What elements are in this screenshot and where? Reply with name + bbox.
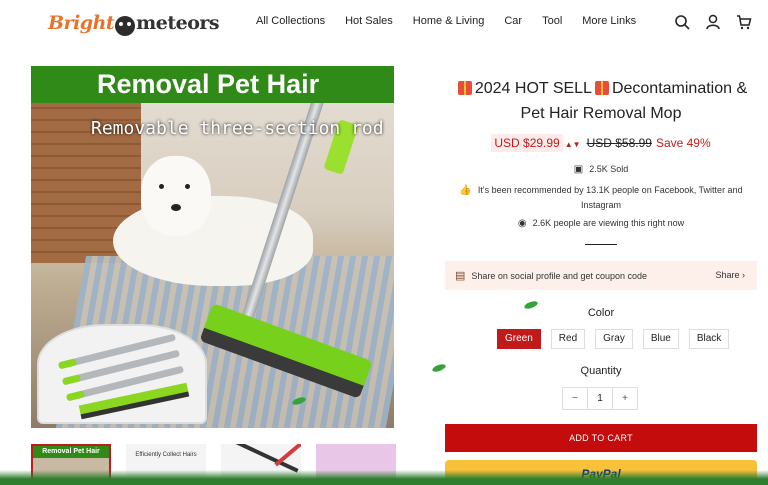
nav-item-more-links[interactable]: More Links: [582, 15, 636, 27]
share-link-label: Share: [715, 270, 740, 280]
bottom-decoration-banner: [0, 470, 768, 485]
color-option-black[interactable]: Black: [688, 329, 730, 349]
hero-banner: Removal Pet Hair: [31, 66, 394, 103]
share-text: Share on social profile and get coupon c…: [471, 270, 648, 281]
product-main-image[interactable]: Removal Pet Hair Removable three-section…: [31, 66, 394, 428]
quantity-increase-button[interactable]: +: [613, 388, 637, 409]
viewers-text: 2.6K people are viewing this right now: [532, 218, 685, 228]
account-icon[interactable]: [705, 14, 721, 30]
gift-icon: [594, 81, 609, 95]
savings-badge: Save 49%: [655, 136, 711, 150]
hero-subtitle: Removable three-section rod: [91, 118, 384, 139]
nav-item-home-living[interactable]: Home & Living: [413, 15, 485, 27]
share-link[interactable]: Share ›: [715, 270, 745, 280]
recommendation-note: 👍 It's been recommended by 13.1K people o…: [445, 183, 757, 212]
cart-icon[interactable]: [736, 14, 752, 30]
header-icons: [674, 14, 767, 30]
quantity-input[interactable]: 1: [587, 388, 613, 409]
nav-item-hot-sales[interactable]: Hot Sales: [345, 15, 393, 27]
thumbs-up-icon: 👍: [459, 185, 472, 196]
color-label: Color: [587, 307, 615, 319]
rod-sections-inset: [37, 324, 207, 424]
search-icon[interactable]: [674, 14, 690, 30]
thumbnail-photo: [233, 444, 299, 473]
title-prefix: 2024 HOT SELL: [474, 80, 592, 97]
product-title: 2024 HOT SELL Decontamination & Pet Hair …: [445, 76, 757, 126]
coupon-icon: ▤: [455, 270, 466, 282]
share-coupon-bar[interactable]: ▤ Share on social profile and get coupon…: [445, 261, 757, 290]
nav-item-tool[interactable]: Tool: [542, 15, 562, 27]
color-option-green[interactable]: Green: [497, 329, 541, 349]
add-to-cart-button[interactable]: ADD TO CART: [445, 424, 757, 452]
original-price: USD $58.99: [586, 136, 652, 150]
quantity-stepper: − 1 +: [562, 387, 638, 410]
brand-logo[interactable]: Bright meteors: [48, 8, 220, 38]
divider: [585, 244, 617, 245]
recommendation-text: It's been recommended by 13.1K people on…: [477, 185, 743, 210]
nav-item-car[interactable]: Car: [504, 15, 522, 27]
shop-bag-icon: ▣: [573, 164, 584, 175]
chevron-right-icon: ›: [742, 270, 745, 280]
current-price: USD $29.99: [491, 134, 563, 152]
skull-icon: [115, 16, 136, 36]
gift-icon: [457, 81, 472, 95]
brand-name-part2: meteors: [136, 12, 220, 34]
quantity-label: Quantity: [580, 365, 622, 377]
thumbnail-caption: Efficiently Collect Hairs: [135, 452, 197, 458]
sold-count: ▣ 2.5K Sold: [445, 162, 757, 177]
color-option-red[interactable]: Red: [550, 329, 586, 349]
site-header: Bright meteors All Collections Hot Sales…: [0, 0, 768, 46]
dog-head: [141, 156, 211, 236]
sort-arrows-icon: ▲▼: [564, 140, 581, 149]
color-option-blue[interactable]: Blue: [642, 329, 679, 349]
thumbnail-caption: Removal Pet Hair: [33, 446, 109, 458]
color-options: Green Red Gray Blue Black: [497, 329, 739, 349]
eye-icon: ◉: [517, 218, 527, 229]
nav-item-all-collections[interactable]: All Collections: [256, 15, 325, 27]
viewers-note: ◉ 2.6K people are viewing this right now: [445, 216, 757, 231]
price-row: USD $29.99 ▲▼ USD $58.99 Save 49%: [445, 134, 757, 152]
color-option-gray[interactable]: Gray: [595, 329, 633, 349]
main-nav: All Collections Hot Sales Home & Living …: [256, 15, 656, 27]
brand-name-part1: Bright: [48, 12, 115, 34]
quantity-decrease-button[interactable]: −: [563, 388, 587, 409]
sold-text: 2.5K Sold: [589, 164, 629, 174]
